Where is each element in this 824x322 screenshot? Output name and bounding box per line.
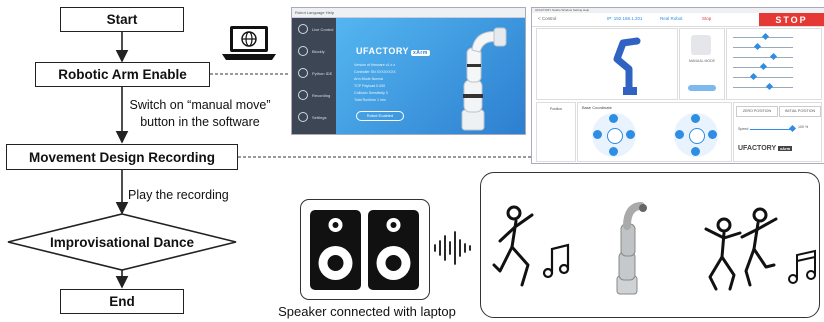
enable-label: Robotic Arm Enable [58, 67, 187, 82]
software-screenshot-enable: Robot Language Help Live Control Blockly… [291, 7, 526, 135]
position-controls-panel: ZERO POSITION INITIAL POSITION Speed 100… [733, 102, 822, 162]
robot-enabled-button[interactable]: Robot Enabled [356, 111, 404, 121]
recording-box: Movement Design Recording [6, 144, 238, 170]
play-note: Play the recording [128, 188, 229, 202]
switch-note: Switch on “manual move” button in the so… [112, 97, 288, 131]
screenshot-sidebar: Live Control Blockly Python IDE Recordin… [292, 18, 336, 134]
sidebar-item-recording[interactable]: Recording [292, 84, 336, 106]
switch-note-line1: Switch on “manual move” [129, 98, 271, 112]
switch-note-line2: button in the software [140, 115, 260, 129]
recording-icon [298, 90, 308, 100]
info-rows: Version of firmware v1.x.x Controller SN… [354, 63, 396, 102]
dancing-couple-icon [704, 207, 778, 291]
stop-status: Stop [702, 16, 712, 21]
dance-label: Improvisational Dance [49, 234, 195, 250]
double-note-icon [788, 249, 816, 284]
python-icon [298, 68, 308, 78]
robot-arm-render [461, 27, 507, 131]
dance-label-wrap: Improvisational Dance [8, 233, 236, 251]
base-coordinate-panel: Base Coordinate [577, 102, 732, 162]
start-label: Start [106, 12, 138, 27]
rotation-jog-pad[interactable] [674, 113, 718, 157]
live-3d-view [536, 28, 678, 100]
blockly-icon [298, 46, 308, 56]
manual-mode-panel: MANUAL MODE [679, 28, 725, 100]
screenshot-brand: UFACTORY xArm [356, 46, 430, 56]
end-label: End [109, 294, 135, 309]
start-box: Start [60, 7, 184, 32]
joint-slider-4[interactable] [733, 62, 793, 71]
joint-slider-2[interactable] [733, 42, 793, 51]
settings-icon [298, 112, 308, 122]
speed-label: Speed [738, 127, 749, 131]
laptop-globe-icon [222, 26, 276, 60]
ip-status: IP: 192.168.1.201 [607, 16, 643, 21]
zero-position-button[interactable]: ZERO POSITION [736, 106, 778, 117]
manual-mode-label: MANUAL MODE [689, 59, 715, 63]
speed-slider[interactable] [750, 124, 797, 133]
real-robot-status: Real Robot [660, 16, 683, 21]
sidebar-item-blockly[interactable]: Blockly [292, 40, 336, 62]
stop-button[interactable]: STOP [759, 13, 824, 26]
software-screenshot-live-control: UFACTORY Studio Window Setting Help < Co… [531, 7, 824, 164]
joint-slider-3[interactable] [733, 52, 793, 61]
joint-sliders-panel [726, 28, 822, 100]
sound-wave-icon [434, 231, 471, 265]
sidebar-item-live-control[interactable]: Live Control [292, 18, 336, 40]
blue-arm-render [613, 37, 641, 95]
enable-box: Robotic Arm Enable [35, 62, 210, 87]
screenshot-menu: Robot Language Help [292, 8, 525, 18]
manual-mode-icon[interactable] [691, 35, 711, 55]
speaker-box [300, 199, 430, 300]
joint-slider-1[interactable] [733, 32, 793, 41]
joint-slider-5[interactable] [733, 72, 793, 81]
live-brand: UFACTORY xArm [738, 145, 793, 152]
end-box: End [60, 289, 184, 314]
speed-value: 100 % [798, 125, 809, 129]
joint-slider-6[interactable] [733, 82, 793, 91]
manual-mode-toggle[interactable] [688, 85, 716, 91]
robot-arm-icon [616, 202, 647, 295]
position-panel: Position [536, 102, 576, 162]
music-note-icon [542, 243, 570, 279]
back-control-link[interactable]: < Control [538, 16, 556, 21]
position-label: Position [549, 107, 563, 111]
screenshot-main: UFACTORY xArm Version of firmware v1.x.x … [336, 18, 525, 134]
speaker-icon [310, 210, 419, 290]
initial-position-button[interactable]: INITIAL POSITION [779, 106, 821, 117]
sidebar-item-settings[interactable]: Settings [292, 106, 336, 128]
recording-label: Movement Design Recording [28, 149, 216, 165]
sidebar-item-python[interactable]: Python IDE [292, 62, 336, 84]
xy-jog-pad[interactable] [592, 113, 636, 157]
live-topbar: < Control IP: 192.168.1.201 Real Robot S… [532, 13, 824, 27]
base-coordinate-label: Base Coordinate [582, 105, 612, 110]
live-control-icon [298, 24, 308, 34]
speaker-caption: Speaker connected with laptop [278, 304, 456, 319]
